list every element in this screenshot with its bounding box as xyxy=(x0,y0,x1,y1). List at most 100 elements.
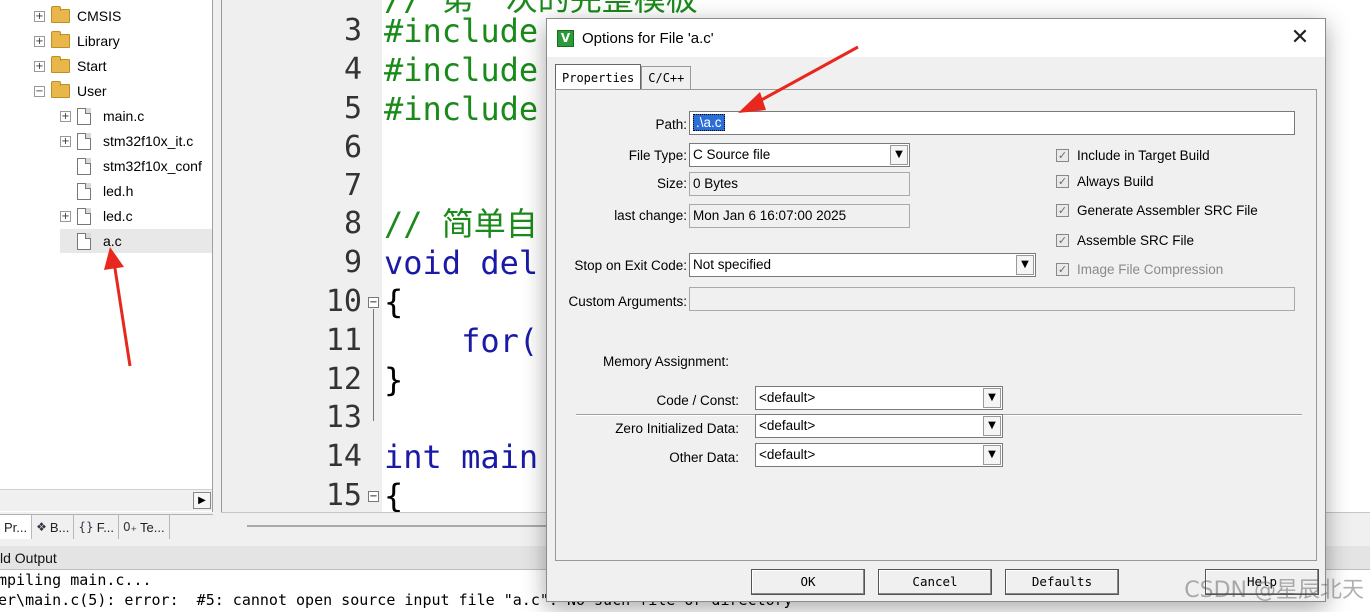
checkbox-checked-icon: ✓ xyxy=(1056,204,1069,217)
code-line: #include xyxy=(384,90,539,128)
stop-on-exit-label: Stop on Exit Code: xyxy=(574,258,687,273)
code-line: void del xyxy=(384,244,539,282)
code-line: { xyxy=(384,283,404,321)
books-icon: ❖ xyxy=(36,520,47,534)
project-panel-tabs: Pr... ❖ B... {} F... 0₊ Te... xyxy=(0,514,213,540)
code-line: } xyxy=(384,361,404,399)
code-line: { xyxy=(384,477,404,512)
expand-icon[interactable]: + xyxy=(60,135,71,147)
tree-item-label: User xyxy=(77,83,107,99)
path-value: .\a.c xyxy=(693,114,725,131)
last-change-label: last change: xyxy=(614,208,687,223)
other-data-select[interactable]: <default> ▼ xyxy=(755,443,1003,467)
checkbox-checked-icon: ✓ xyxy=(1056,234,1069,247)
code-line: for( xyxy=(384,322,539,360)
tree-horizontal-scrollbar[interactable]: ▶ xyxy=(0,489,212,511)
scroll-right-icon[interactable]: ▶ xyxy=(193,492,211,509)
line-number: 7 xyxy=(343,168,362,203)
line-number: 3 xyxy=(343,13,362,48)
close-icon[interactable]: ✕ xyxy=(1287,25,1313,51)
zero-init-label: Zero Initialized Data: xyxy=(615,421,739,436)
tab-c-cpp[interactable]: C/C++ xyxy=(641,66,692,90)
tab-templates[interactable]: 0₊ Te... xyxy=(119,515,170,539)
tab-properties[interactable]: Properties xyxy=(555,64,642,90)
expand-icon[interactable]: + xyxy=(34,10,45,22)
tree-item-label: Start xyxy=(77,58,107,74)
assemble-src-checkbox[interactable]: ✓ Assemble SRC File xyxy=(1056,233,1194,248)
tab-label: Pr... xyxy=(4,519,28,535)
defaults-button[interactable]: Defaults xyxy=(1005,569,1119,595)
image-compression-checkbox: ✓ Image File Compression xyxy=(1056,262,1223,277)
dropdown-arrow-icon[interactable]: ▼ xyxy=(983,445,1001,465)
folder-icon xyxy=(51,56,70,73)
tab-functions[interactable]: {} F... xyxy=(74,515,120,539)
collapse-icon[interactable]: − xyxy=(34,85,45,97)
dialog-title-bar[interactable]: V Options for File 'a.c' ✕ xyxy=(547,19,1325,57)
path-label: Path: xyxy=(655,117,687,132)
line-number: 14 xyxy=(325,439,362,474)
ide-window: + CMSIS + Library + Start − User + main.… xyxy=(0,0,1370,612)
last-change-field: Mon Jan 6 16:07:00 2025 xyxy=(689,204,910,228)
line-number: 9 xyxy=(343,245,362,280)
tab-label: Te... xyxy=(140,519,165,535)
tree-item-label: led.c xyxy=(103,208,133,224)
generate-asm-src-checkbox[interactable]: ✓ Generate Assembler SRC File xyxy=(1056,203,1258,218)
dropdown-arrow-icon[interactable]: ▼ xyxy=(983,388,1001,408)
expand-icon[interactable]: + xyxy=(34,60,45,72)
stop-on-exit-select[interactable]: Not specified ▼ xyxy=(689,253,1036,277)
dropdown-arrow-icon[interactable]: ▼ xyxy=(890,145,908,165)
code-const-label: Code / Const: xyxy=(656,393,739,408)
zero-init-select[interactable]: <default> ▼ xyxy=(755,414,1003,438)
tree-item-user[interactable]: − User xyxy=(34,79,107,103)
file-type-value: C Source file xyxy=(693,147,771,162)
custom-arguments-label: Custom Arguments: xyxy=(568,294,687,309)
expand-icon[interactable]: + xyxy=(60,110,71,122)
properties-panel: Path: .\a.c File Type: C Source file ▼ S… xyxy=(555,89,1317,561)
checkbox-label: Generate Assembler SRC File xyxy=(1077,203,1258,218)
path-field[interactable]: .\a.c xyxy=(689,111,1295,135)
always-build-checkbox[interactable]: ✓ Always Build xyxy=(1056,174,1154,189)
functions-icon: {} xyxy=(78,520,94,534)
options-for-file-dialog: V Options for File 'a.c' ✕ Properties C/… xyxy=(546,18,1326,602)
zero-init-value: <default> xyxy=(759,418,816,433)
fold-icon[interactable]: − xyxy=(368,297,379,308)
tree-item-led-h[interactable]: led.h xyxy=(60,179,133,203)
file-icon xyxy=(77,182,91,200)
tab-books[interactable]: ❖ B... xyxy=(32,515,75,539)
tree-item-stm32f10x-conf[interactable]: stm32f10x_conf xyxy=(60,154,202,178)
expand-icon[interactable]: + xyxy=(34,35,45,47)
tree-item-cmsis[interactable]: + CMSIS xyxy=(34,4,121,28)
tree-item-led-c[interactable]: + led.c xyxy=(60,204,133,228)
tree-item-label: stm32f10x_it.c xyxy=(103,133,194,149)
tree-item-label: CMSIS xyxy=(77,8,122,24)
tree-item-library[interactable]: + Library xyxy=(34,29,120,53)
code-const-select[interactable]: <default> ▼ xyxy=(755,386,1003,410)
tree-item-stm32f10x-it-c[interactable]: + stm32f10x_it.c xyxy=(60,129,193,153)
dialog-tabs: Properties C/C++ xyxy=(555,64,692,90)
file-icon xyxy=(77,132,91,150)
ok-button[interactable]: OK xyxy=(751,569,865,595)
expand-icon[interactable]: + xyxy=(60,210,71,222)
other-data-value: <default> xyxy=(759,447,816,462)
checkbox-label: Assemble SRC File xyxy=(1077,233,1195,248)
custom-arguments-field[interactable] xyxy=(689,287,1295,311)
dropdown-arrow-icon[interactable]: ▼ xyxy=(983,416,1001,436)
tree-item-label: stm32f10x_conf xyxy=(103,158,202,174)
tab-project[interactable]: Pr... xyxy=(0,515,33,539)
tree-item-a-c[interactable]: a.c xyxy=(60,229,212,253)
include-in-build-checkbox[interactable]: ✓ Include in Target Build xyxy=(1056,148,1210,163)
file-type-select[interactable]: C Source file ▼ xyxy=(689,143,910,167)
line-number: 12 xyxy=(325,362,362,397)
code-line: // 简单自 xyxy=(384,205,538,243)
tab-label: B... xyxy=(49,519,70,535)
tab-label: F... xyxy=(96,519,115,535)
dropdown-arrow-icon[interactable]: ▼ xyxy=(1016,255,1034,275)
dialog-title: Options for File 'a.c' xyxy=(582,29,714,47)
checkbox-label: Image File Compression xyxy=(1077,262,1224,277)
tree-item-start[interactable]: + Start xyxy=(34,54,107,78)
fold-icon[interactable]: − xyxy=(368,491,379,502)
memory-assignment-title: Memory Assignment: xyxy=(603,354,730,369)
cancel-button[interactable]: Cancel xyxy=(878,569,992,595)
tree-item-main-c[interactable]: + main.c xyxy=(60,104,144,128)
